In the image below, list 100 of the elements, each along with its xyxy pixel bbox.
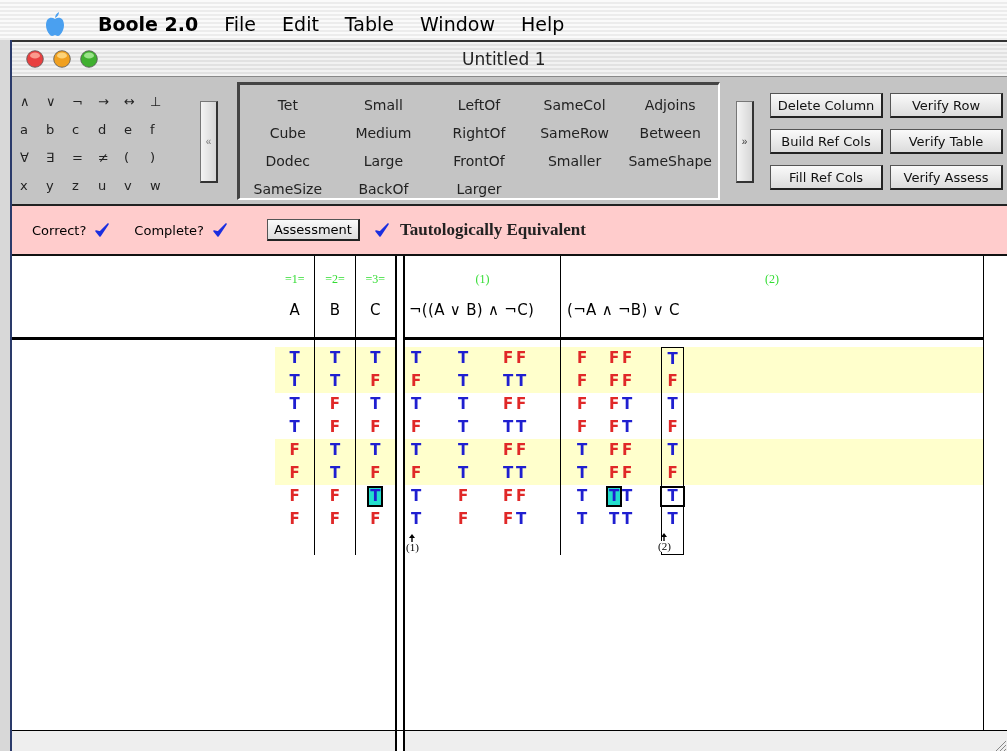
symbol-key[interactable]: ∀ (18, 149, 44, 165)
truth-value[interactable]: F (666, 373, 679, 390)
minimize-button[interactable] (53, 50, 71, 68)
truth-value[interactable]: F (288, 488, 301, 505)
collapse-button[interactable]: « (200, 101, 218, 183)
truth-value[interactable]: T (607, 511, 621, 528)
truth-value[interactable]: F (288, 465, 301, 482)
formula[interactable]: (¬A ∧ ¬B) ∨ C (561, 301, 983, 319)
truth-value[interactable]: T (501, 373, 515, 390)
truth-value[interactable]: T (456, 419, 470, 436)
truth-value[interactable]: T (666, 442, 679, 459)
truth-value[interactable]: T (328, 465, 342, 482)
truth-value[interactable]: T (620, 419, 634, 436)
truth-value[interactable]: F (501, 488, 515, 505)
truth-value[interactable]: F (607, 465, 621, 482)
formula[interactable]: ¬((A ∨ B) ∧ ¬C) (405, 301, 560, 319)
truth-value[interactable]: F (369, 465, 382, 482)
truth-value[interactable]: F (369, 373, 382, 390)
symbol-key[interactable]: ( (122, 149, 148, 165)
symbol-key[interactable]: z (70, 177, 96, 193)
symbol-key[interactable]: ∃ (44, 149, 70, 165)
truth-value[interactable]: F (456, 488, 470, 505)
symbol-key[interactable]: e (122, 121, 148, 137)
truth-value[interactable]: T (662, 488, 683, 505)
truth-value[interactable]: F (409, 419, 423, 436)
truth-value[interactable]: T (328, 442, 342, 459)
truth-value[interactable]: F (369, 511, 382, 528)
toolbar-button[interactable]: Verify Row (890, 93, 1003, 118)
truth-value[interactable]: F (328, 396, 342, 413)
truth-value[interactable]: F (501, 442, 515, 459)
truth-value[interactable]: T (607, 488, 621, 505)
symbol-key[interactable]: w (148, 177, 174, 193)
toolbar-button[interactable]: Fill Ref Cols (770, 165, 883, 190)
close-button[interactable] (26, 50, 44, 68)
symbol-key[interactable]: → (96, 93, 122, 109)
truth-value[interactable]: F (607, 396, 621, 413)
truth-value[interactable]: F (288, 511, 301, 528)
truth-value[interactable]: T (369, 396, 382, 413)
truth-value[interactable]: F (575, 373, 589, 390)
predicate-key[interactable]: RightOf (452, 125, 506, 141)
predicate-key[interactable]: FrontOf (453, 153, 505, 169)
menu-item[interactable]: File (224, 13, 257, 35)
symbol-key[interactable]: ∧ (18, 93, 44, 109)
truth-value[interactable]: F (501, 350, 515, 367)
truth-value[interactable]: T (620, 488, 634, 505)
predicate-key[interactable]: Small (363, 97, 403, 113)
truth-value[interactable]: F (575, 419, 589, 436)
toolbar-button[interactable]: Delete Column (770, 93, 883, 118)
truth-value[interactable]: F (328, 419, 342, 436)
symbol-key[interactable]: v (122, 177, 148, 193)
symbol-key[interactable]: ) (148, 149, 174, 165)
symbol-key[interactable]: y (44, 177, 70, 193)
truth-value[interactable]: F (666, 419, 679, 436)
truth-value[interactable]: T (514, 419, 528, 436)
zoom-button[interactable] (80, 50, 98, 68)
toolbar-button[interactable]: Verify Table (890, 129, 1003, 154)
truth-value[interactable]: F (607, 350, 621, 367)
truth-value[interactable]: F (514, 396, 528, 413)
predicate-key[interactable]: SameShape (628, 153, 712, 169)
menu-item[interactable]: Window (420, 13, 495, 35)
predicate-key[interactable]: LeftOf (457, 97, 501, 113)
truth-value[interactable]: T (575, 511, 589, 528)
symbol-key[interactable]: ⊥ (148, 93, 174, 109)
truth-value[interactable]: T (369, 442, 382, 459)
truth-value[interactable]: T (575, 488, 589, 505)
symbol-key[interactable]: u (96, 177, 122, 193)
expand-button[interactable]: » (736, 101, 754, 183)
truth-value[interactable]: F (607, 419, 621, 436)
symbol-key[interactable]: = (70, 149, 96, 165)
truth-value[interactable]: F (620, 350, 634, 367)
truth-value[interactable]: T (620, 396, 634, 413)
menu-item[interactable]: Edit (282, 13, 319, 35)
symbol-key[interactable]: ↔ (122, 93, 148, 109)
truth-value[interactable]: T (328, 373, 342, 390)
symbol-key[interactable]: c (70, 121, 96, 137)
symbol-key[interactable]: f (148, 121, 174, 137)
truth-value[interactable]: F (328, 488, 342, 505)
truth-value[interactable]: T (620, 511, 634, 528)
truth-value[interactable]: F (456, 511, 470, 528)
menu-item[interactable]: Table (344, 13, 394, 35)
truth-value[interactable]: T (409, 511, 423, 528)
predicate-key[interactable]: Dodec (265, 153, 311, 169)
truth-value[interactable]: F (575, 350, 589, 367)
assessment-button[interactable]: Assessment (266, 219, 360, 241)
truth-value[interactable]: T (369, 488, 382, 505)
truth-value[interactable]: F (620, 373, 634, 390)
symbol-key[interactable]: x (18, 177, 44, 193)
predicate-key[interactable]: Larger (456, 181, 502, 197)
toolbar-button[interactable]: Verify Assess (890, 165, 1003, 190)
symbol-key[interactable]: d (96, 121, 122, 137)
menu-item[interactable]: Help (520, 13, 565, 35)
truth-value[interactable]: T (456, 350, 470, 367)
truth-value[interactable]: F (607, 373, 621, 390)
truth-value[interactable]: F (620, 465, 634, 482)
truth-value[interactable]: T (575, 465, 589, 482)
truth-value[interactable]: T (514, 373, 528, 390)
predicate-key[interactable]: SameRow (540, 125, 609, 141)
truth-value[interactable]: T (369, 350, 382, 367)
predicate-key[interactable]: Between (639, 125, 701, 141)
truth-value[interactable]: F (409, 373, 423, 390)
